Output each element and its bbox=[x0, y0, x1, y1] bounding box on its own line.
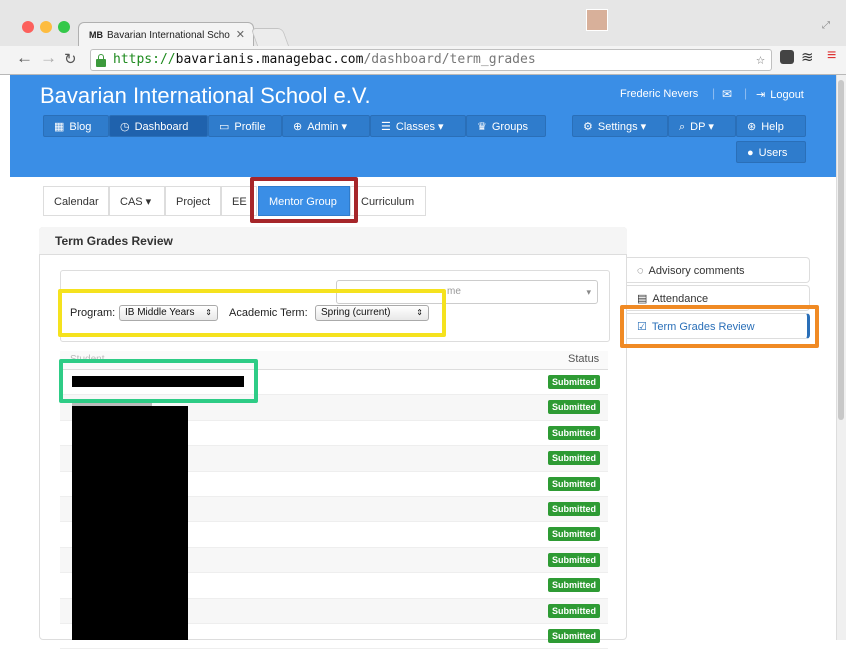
bookmark-star-icon[interactable]: ☆ bbox=[756, 49, 765, 69]
nav-label: Classes bbox=[395, 121, 435, 133]
tab-project[interactable]: Project bbox=[165, 186, 221, 216]
user-name-link[interactable]: Frederic Nevers bbox=[620, 88, 698, 100]
tab-title: Bavarian International Scho bbox=[107, 30, 230, 41]
nav-dp[interactable]: ⌕ DP ▾ bbox=[668, 115, 736, 137]
nav-blog[interactable]: ▦ Blog bbox=[43, 115, 109, 137]
nav-label: Help bbox=[761, 121, 784, 133]
redaction-block bbox=[72, 406, 188, 640]
logout-label: Logout bbox=[770, 89, 804, 101]
search-icon: ⌕ bbox=[679, 121, 686, 133]
side-tab-advisory-comments[interactable]: ◌ Advisory comments bbox=[627, 257, 810, 283]
pocket-icon[interactable] bbox=[780, 50, 794, 64]
nav-label: Blog bbox=[69, 121, 92, 133]
tab-curriculum[interactable]: Curriculum bbox=[350, 186, 426, 216]
status-badge: Submitted bbox=[548, 552, 600, 567]
divider: | bbox=[712, 86, 716, 100]
lock-icon bbox=[96, 54, 106, 67]
menu-icon[interactable]: ≡ bbox=[827, 47, 836, 65]
back-icon[interactable]: ← bbox=[16, 48, 33, 68]
nav-dashboard[interactable]: ◷ Dashboard bbox=[109, 115, 208, 137]
panel-title: Term Grades Review bbox=[55, 234, 173, 248]
browser-tab[interactable]: MB Bavarian International Scho ✕ bbox=[78, 22, 254, 46]
gear-icon: ⚙ bbox=[583, 121, 593, 133]
nav-settings[interactable]: ⚙ Settings ▾ bbox=[572, 115, 668, 137]
nav-admin[interactable]: ⊕ Admin ▾ bbox=[282, 115, 370, 137]
nav-label: DP bbox=[690, 121, 706, 133]
layers-icon[interactable]: ≋ bbox=[801, 48, 814, 66]
avatar[interactable] bbox=[586, 9, 608, 31]
nav-label: Users bbox=[758, 147, 788, 159]
nav-groups[interactable]: ♛ Groups bbox=[466, 115, 546, 137]
logout-link[interactable]: ⇥ Logout bbox=[756, 88, 804, 101]
nav-classes[interactable]: ☰ Classes ▾ bbox=[370, 115, 466, 137]
side-tab-label: Advisory comments bbox=[648, 265, 745, 277]
nav-label: Settings bbox=[597, 121, 638, 133]
highlight-term-grades-review bbox=[620, 305, 819, 348]
chevron-down-icon: ▾ bbox=[586, 287, 591, 297]
list-icon: ☰ bbox=[381, 121, 391, 133]
nav-label: Groups bbox=[491, 121, 528, 133]
close-tab-icon[interactable]: ✕ bbox=[236, 23, 245, 47]
status-badge: Submitted bbox=[548, 578, 600, 593]
new-tab-button[interactable] bbox=[250, 28, 290, 47]
nav-profile[interactable]: ▭ Profile bbox=[208, 115, 282, 137]
fullscreen-icon[interactable]: ⤢ bbox=[822, 20, 830, 31]
address-bar[interactable]: https://bavarianis.managebac.com/dashboa… bbox=[90, 49, 772, 71]
divider: | bbox=[744, 86, 748, 100]
nav-label: Profile bbox=[234, 121, 266, 133]
id-card-icon: ▭ bbox=[219, 121, 230, 133]
highlight-mentor-group bbox=[250, 177, 358, 223]
grid-icon: ▦ bbox=[54, 121, 65, 133]
status-badge: Submitted bbox=[548, 628, 600, 643]
nav-users[interactable]: ● Users bbox=[736, 141, 806, 163]
nav-label: Dashboard bbox=[134, 121, 189, 133]
lifebuoy-icon: ⊛ bbox=[747, 121, 757, 133]
status-badge: Submitted bbox=[548, 603, 600, 618]
side-tab-label: Attendance bbox=[652, 293, 709, 305]
status-badge: Submitted bbox=[548, 501, 600, 516]
dashboard-icon: ◷ bbox=[120, 121, 130, 133]
logout-icon: ⇥ bbox=[756, 89, 766, 101]
favicon-icon: MB bbox=[89, 30, 103, 40]
tab-label: CAS bbox=[120, 196, 143, 208]
url-scheme: https:// bbox=[113, 52, 176, 67]
status-badge: Submitted bbox=[548, 375, 600, 389]
trophy-icon: ♛ bbox=[477, 121, 487, 133]
nav-help[interactable]: ⊛ Help bbox=[736, 115, 806, 137]
tab-calendar[interactable]: Calendar bbox=[43, 186, 109, 216]
comment-icon: ◌ bbox=[637, 265, 644, 277]
globe-icon: ⊕ bbox=[293, 121, 303, 133]
forward-icon[interactable]: → bbox=[40, 48, 57, 68]
tab-cas[interactable]: CAS ▾ bbox=[109, 186, 165, 216]
url-domain: bavarianis.managebac.com bbox=[175, 52, 364, 67]
status-badge: Submitted bbox=[548, 425, 600, 440]
mail-icon[interactable]: ✉ bbox=[722, 87, 732, 101]
url-path: /dashboard/term_grades bbox=[363, 52, 536, 67]
search-placeholder: me bbox=[447, 286, 461, 297]
close-window-icon[interactable] bbox=[22, 21, 34, 33]
column-status[interactable]: Status bbox=[568, 353, 599, 365]
user-icon: ● bbox=[747, 147, 754, 159]
reload-icon[interactable]: ↻ bbox=[64, 50, 77, 68]
status-badge: Submitted bbox=[548, 527, 600, 542]
scrollbar-thumb[interactable] bbox=[838, 80, 844, 420]
maximize-window-icon[interactable] bbox=[58, 21, 70, 33]
school-name[interactable]: Bavarian International School e.V. bbox=[40, 83, 371, 109]
highlight-student bbox=[59, 359, 258, 403]
status-badge: Submitted bbox=[548, 451, 600, 466]
nav-label: Admin bbox=[307, 121, 339, 133]
highlight-filters bbox=[58, 289, 446, 337]
status-badge: Submitted bbox=[548, 400, 600, 415]
status-badge: Submitted bbox=[548, 476, 600, 491]
minimize-window-icon[interactable] bbox=[40, 21, 52, 33]
